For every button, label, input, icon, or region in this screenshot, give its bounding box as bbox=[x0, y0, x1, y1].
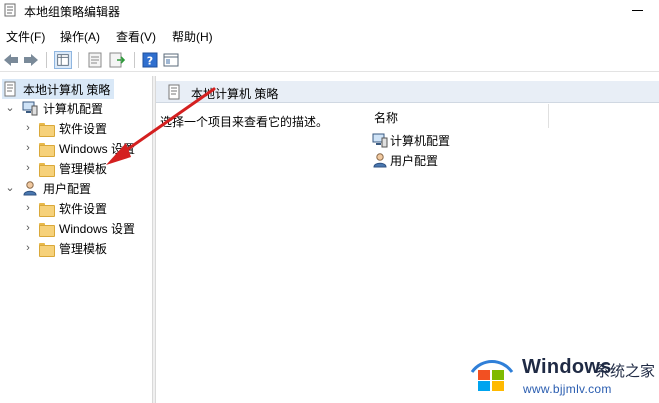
chevron-right-icon[interactable]: › bbox=[22, 162, 34, 174]
menu-view[interactable]: 查看(V) bbox=[116, 28, 156, 45]
policy-document-icon bbox=[4, 81, 16, 97]
tree-item-label: 计算机配置 bbox=[43, 101, 104, 116]
title-bar: 本地组策略编辑器 bbox=[0, 0, 659, 22]
menu-action[interactable]: 操作(A) bbox=[60, 28, 100, 45]
menu-help[interactable]: 帮助(H) bbox=[172, 28, 213, 45]
chevron-right-icon[interactable]: › bbox=[22, 242, 34, 254]
minimize-button[interactable] bbox=[627, 2, 651, 18]
tree-item-windows-settings[interactable]: › Windows 设置 bbox=[22, 138, 135, 158]
folder-icon bbox=[38, 200, 55, 217]
content-header-title: 本地计算机 策略 bbox=[191, 87, 279, 101]
tree-item-user-config[interactable]: ⌄ 用户配置 bbox=[4, 178, 91, 198]
export-list-icon[interactable] bbox=[108, 51, 126, 69]
chevron-down-icon[interactable]: ⌄ bbox=[4, 102, 16, 114]
watermark-subtitle: 系统之家 bbox=[595, 363, 656, 380]
forward-icon[interactable] bbox=[22, 51, 40, 69]
tree-item-admin-templates[interactable]: › 管理模板 bbox=[22, 238, 107, 258]
tree-item-label: 管理模板 bbox=[59, 241, 108, 256]
window-title: 本地组策略编辑器 bbox=[24, 5, 121, 19]
help-icon[interactable]: ? bbox=[141, 51, 159, 69]
list-item-user-config[interactable]: 用户配置 bbox=[372, 151, 438, 169]
watermark: Windows 系统之家 www.bjjmlv.com bbox=[470, 352, 659, 402]
folder-icon bbox=[38, 140, 55, 157]
user-icon bbox=[373, 153, 387, 168]
description-text: 选择一个项目来查看它的描述。 bbox=[160, 115, 329, 129]
tree-item-admin-templates[interactable]: › 管理模板 bbox=[22, 158, 107, 178]
watermark-url: www.bjjmlv.com bbox=[523, 382, 612, 396]
computer-icon bbox=[22, 101, 38, 116]
content-header: 本地计算机 策略 bbox=[156, 81, 659, 103]
toolbar-separator bbox=[134, 52, 135, 68]
chevron-right-icon[interactable]: › bbox=[22, 202, 34, 214]
chevron-right-icon[interactable]: › bbox=[22, 222, 34, 234]
chevron-right-icon[interactable]: › bbox=[22, 122, 34, 134]
folder-icon bbox=[38, 240, 55, 257]
extended-view-icon[interactable] bbox=[162, 51, 180, 69]
show-hide-tree-icon[interactable] bbox=[54, 51, 72, 69]
windows-logo-icon bbox=[470, 360, 514, 391]
tree-item-label: 本地计算机 策略 bbox=[23, 82, 111, 97]
properties-icon[interactable] bbox=[86, 51, 104, 69]
navigation-tree: 本地计算机 策略 ⌄ 计算机配置 › 软件设置 › Windows 设置 › 管… bbox=[0, 76, 152, 403]
svg-text:?: ? bbox=[147, 55, 153, 68]
computer-icon bbox=[372, 133, 388, 148]
tree-item-label: Windows 设置 bbox=[59, 221, 136, 236]
tree-item-software-settings[interactable]: › 软件设置 bbox=[22, 118, 107, 138]
toolbar-separator bbox=[78, 52, 79, 68]
policy-editor-icon bbox=[4, 3, 16, 17]
toolbar: ? bbox=[0, 48, 659, 72]
tree-item-label: 用户配置 bbox=[43, 181, 92, 196]
list-item-computer-config[interactable]: 计算机配置 bbox=[372, 131, 450, 149]
policy-document-icon bbox=[168, 84, 180, 100]
tree-item-software-settings[interactable]: › 软件设置 bbox=[22, 198, 107, 218]
list-item-label: 用户配置 bbox=[390, 153, 439, 168]
tree-item-label: 软件设置 bbox=[59, 201, 108, 216]
folder-icon bbox=[38, 120, 55, 137]
folder-icon bbox=[38, 220, 55, 237]
column-separator[interactable] bbox=[548, 104, 549, 128]
tree-item-label: Windows 设置 bbox=[59, 141, 136, 156]
chevron-right-icon[interactable]: › bbox=[22, 142, 34, 154]
tree-item-label: 软件设置 bbox=[59, 121, 108, 136]
menu-file[interactable]: 文件(F) bbox=[6, 28, 45, 45]
column-header-name[interactable]: 名称 bbox=[374, 109, 398, 126]
tree-item-label: 管理模板 bbox=[59, 161, 108, 176]
chevron-down-icon[interactable]: ⌄ bbox=[4, 182, 16, 194]
user-icon bbox=[23, 181, 37, 196]
tree-item-local-computer-policy[interactable]: 本地计算机 策略 bbox=[2, 79, 114, 99]
folder-icon bbox=[38, 160, 55, 177]
toolbar-separator bbox=[46, 52, 47, 68]
back-icon[interactable] bbox=[2, 51, 20, 69]
menu-bar: 文件(F) 操作(A) 查看(V) 帮助(H) bbox=[0, 24, 659, 46]
tree-item-windows-settings[interactable]: › Windows 设置 bbox=[22, 218, 135, 238]
list-item-label: 计算机配置 bbox=[390, 133, 451, 148]
tree-item-computer-config[interactable]: ⌄ 计算机配置 bbox=[4, 98, 103, 118]
